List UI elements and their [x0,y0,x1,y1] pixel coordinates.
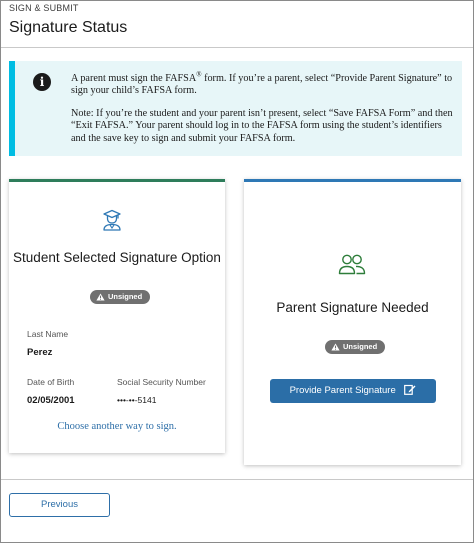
warning-icon [331,343,340,351]
last-name-value: Perez [27,347,53,358]
alert-paragraph-1-start: A parent must sign the FAFSA [71,73,197,84]
sign-pen-icon [404,384,416,395]
info-alert: i A parent must sign the FAFSA® form. If… [9,61,462,156]
alert-paragraph-1: A parent must sign the FAFSA® form. If y… [71,71,459,98]
footer-divider [1,479,473,480]
student-signature-card: Student Selected Signature Option Unsign… [9,179,225,453]
parents-icon [338,254,366,275]
warning-icon [96,293,105,301]
previous-button[interactable]: Previous [9,493,110,517]
ssn-value: •••-••-5141 [117,395,157,405]
provide-parent-signature-button[interactable]: Provide Parent Signature [270,379,436,403]
provide-parent-signature-label: Provide Parent Signature [289,385,396,396]
parent-badge-label: Unsigned [343,342,378,351]
dob-label: Date of Birth [27,377,75,387]
parent-unsigned-badge: Unsigned [325,340,386,354]
parent-card-title: Parent Signature Needed [276,300,429,315]
student-unsigned-badge: Unsigned [90,290,151,304]
header-divider [1,47,473,48]
ssn-label: Social Security Number [117,377,206,387]
choose-another-way-link[interactable]: Choose another way to sign. [9,421,225,432]
alert-body: A parent must sign the FAFSA® form. If y… [71,71,459,145]
student-badge-label: Unsigned [108,292,143,301]
parent-signature-card: Parent Signature Needed Unsigned Provide… [244,179,461,465]
dob-value: 02/05/2001 [27,395,75,406]
student-card-title: Student Selected Signature Option [13,250,221,265]
fafsa-signature-page: SIGN & SUBMIT Signature Status i A paren… [0,0,474,543]
alert-paragraph-2: Note: If you’re the student and your par… [71,107,453,144]
info-icon: i [33,73,51,91]
section-kicker: SIGN & SUBMIT [9,3,79,13]
last-name-label: Last Name [27,329,69,339]
page-title: Signature Status [9,19,128,36]
student-graduate-icon [103,209,121,231]
